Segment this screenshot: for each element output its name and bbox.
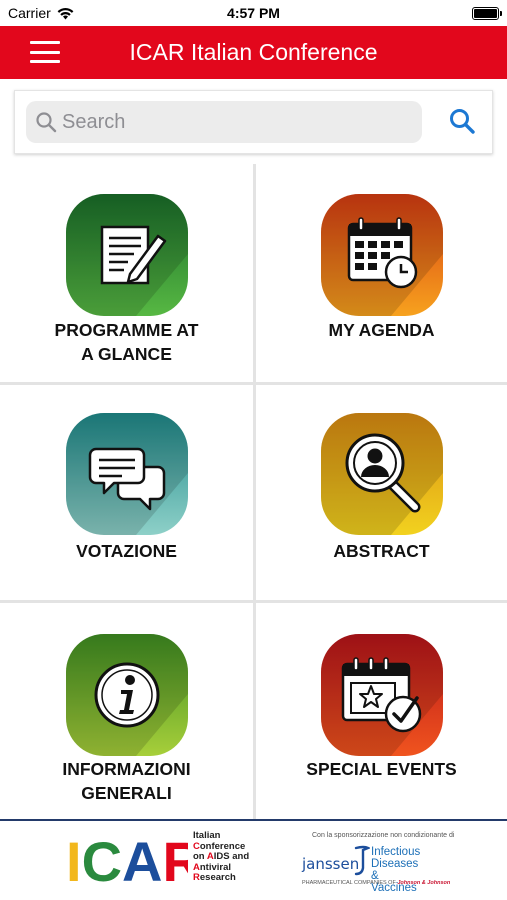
tile-programme-at-a-glance[interactable]: PROGRAMME AT A GLANCE	[0, 164, 253, 382]
icar-logo-text: ICAR	[66, 831, 188, 887]
tile-label: SPECIAL EVENTS	[256, 757, 507, 781]
status-bar: Carrier 4:57 PM	[0, 0, 507, 26]
tile-label: MY AGENDA	[256, 318, 507, 342]
icar-tagline-line: on AIDS and	[193, 851, 250, 862]
tile-votazione[interactable]: VOTAZIONE	[0, 385, 253, 600]
sponsor-note: Con la sponsorizzazione non condizionant…	[312, 832, 455, 839]
tile-label-line: VOTAZIONE	[76, 541, 177, 561]
app-header: ICAR Italian Conference	[0, 26, 507, 79]
sponsor-subtitle-prefix: PHARMACEUTICAL COMPANIES OF	[302, 880, 396, 886]
calendar-star-check-icon	[320, 634, 443, 756]
info-icon	[65, 634, 188, 756]
tile-label: VOTAZIONE	[0, 539, 253, 563]
tile-label-line: SPECIAL EVENTS	[306, 759, 457, 779]
menu-grid: PROGRAMME AT A GLANCE MY AGENDA VOTAZION…	[0, 164, 507, 819]
tile-label: PROGRAMME AT A GLANCE	[0, 318, 253, 366]
sponsor-subtitle-brand: Johnson & Johnson	[397, 880, 451, 886]
icar-tagline-line: Italian	[193, 830, 221, 841]
sponsor-division: Infectious Diseases & Vaccines	[371, 846, 420, 894]
tile-my-agenda[interactable]: MY AGENDA	[256, 164, 507, 382]
clock: 4:57 PM	[227, 5, 280, 21]
document-pencil-icon	[65, 194, 188, 316]
chat-bubbles-icon	[65, 413, 188, 535]
tile-label-line: ABSTRACT	[333, 541, 430, 561]
sponsor-subtitle: PHARMACEUTICAL COMPANIES OF Johnson & Jo…	[302, 880, 450, 886]
search-button[interactable]	[448, 107, 476, 135]
icar-tagline-line: Research	[193, 872, 236, 883]
sponsor-name: janssen	[302, 855, 360, 873]
tile-label-line: PROGRAMME AT	[54, 320, 199, 340]
tile-label-line: A GLANCE	[81, 344, 172, 364]
sponsor-division-line: Infectious Diseases	[371, 846, 421, 870]
tile-abstract[interactable]: ABSTRACT	[256, 385, 507, 600]
tile-informazioni-generali[interactable]: INFORMAZIONI GENERALI	[0, 603, 253, 819]
tile-label-line: MY AGENDA	[328, 320, 435, 340]
janssen-mark-icon	[354, 845, 370, 876]
tile-special-events[interactable]: SPECIAL EVENTS	[256, 603, 507, 819]
tile-label: ABSTRACT	[256, 539, 507, 563]
battery-icon	[472, 7, 502, 20]
search-input[interactable]	[62, 106, 412, 138]
tile-label-line: GENERALI	[81, 783, 172, 803]
search-icon	[36, 112, 57, 133]
sponsor-footer: ICAR Italian Conference on AIDS and Anti…	[0, 819, 507, 900]
search-field[interactable]	[26, 101, 422, 143]
user-magnifier-icon	[320, 413, 443, 535]
icar-tagline: Italian Conference on AIDS and Antiviral…	[193, 830, 250, 884]
tile-label: INFORMAZIONI GENERALI	[0, 757, 253, 805]
page-title: ICAR Italian Conference	[129, 39, 378, 65]
icar-logo: ICAR	[66, 831, 188, 887]
tile-label-line: INFORMAZIONI	[62, 759, 191, 779]
search-bar	[14, 90, 493, 154]
calendar-clock-icon	[320, 194, 443, 316]
